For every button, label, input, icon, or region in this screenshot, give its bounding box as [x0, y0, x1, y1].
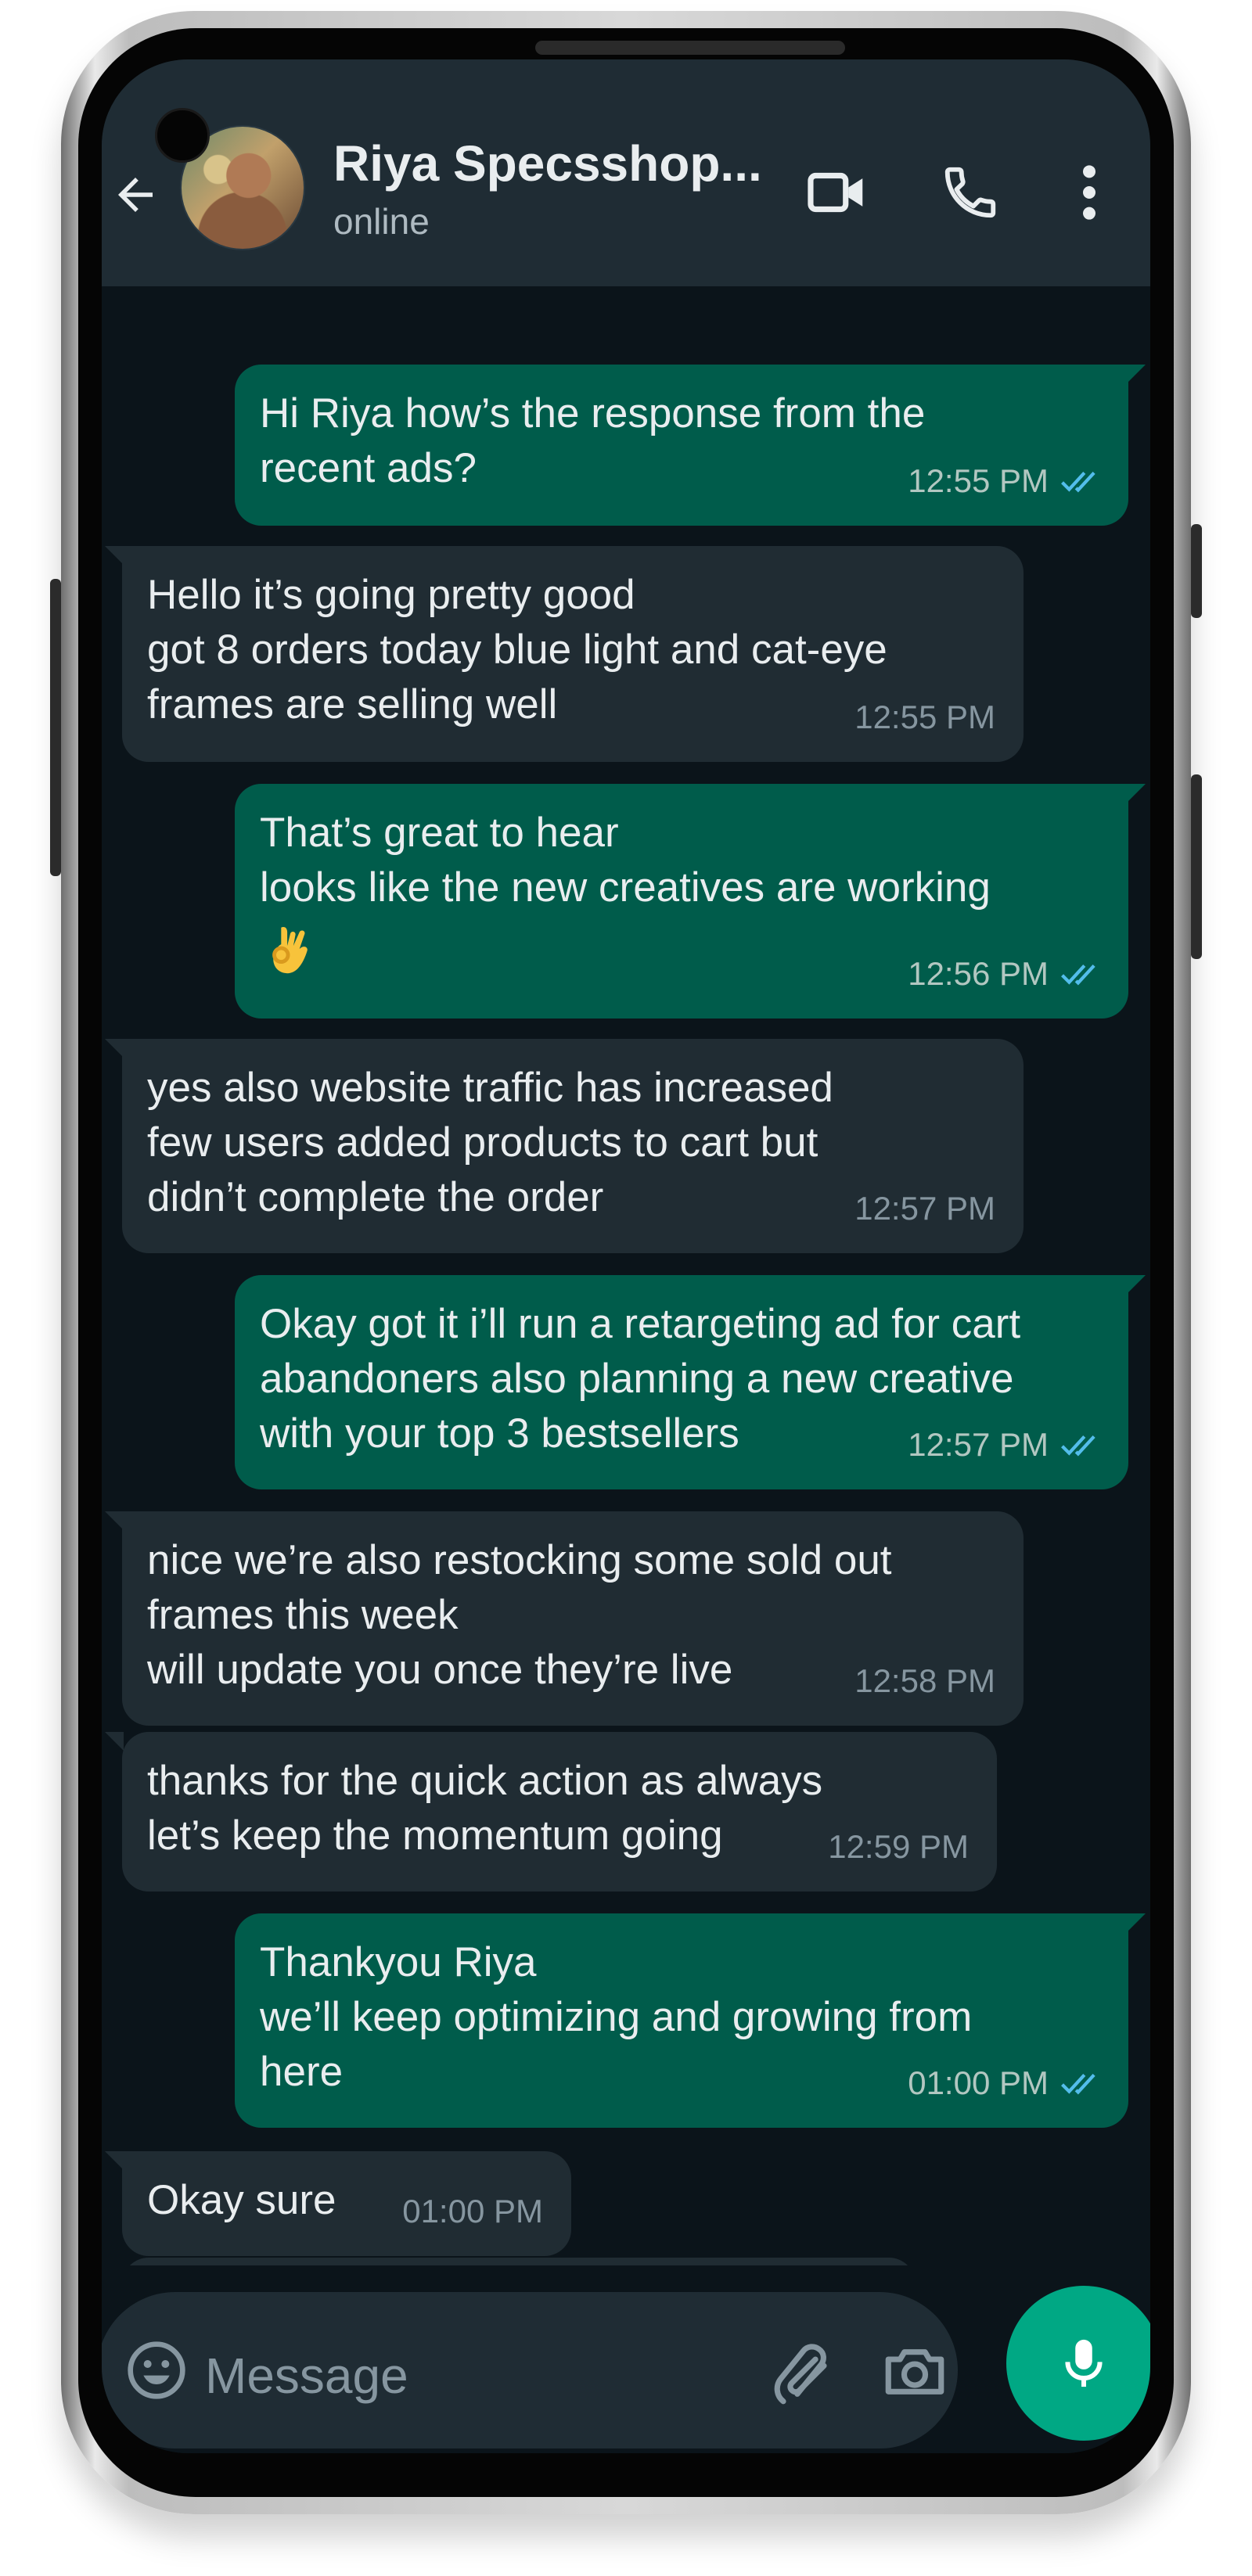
outgoing-message[interactable]: Okay got it i’ll run a retargeting ad fo…	[235, 1275, 1146, 1489]
power-button	[1191, 774, 1202, 959]
outgoing-message[interactable]: Hi Riya how’s the response from the rece…	[235, 365, 1146, 526]
front-camera	[155, 108, 210, 163]
message-time: 12:59 PM	[828, 1828, 969, 1865]
message-list[interactable]: Hi Riya how’s the response from the rece…	[102, 286, 1150, 2273]
chat-header: Riya Specsshop... online	[102, 59, 1150, 286]
incoming-message[interactable]: Hello it’s going pretty good got 8 order…	[105, 546, 1024, 762]
message-text: That’s great to hear looks like the new …	[260, 810, 991, 911]
incoming-message[interactable]: yes also website traffic has increased f…	[105, 1039, 1024, 1253]
message-time: 12:58 PM	[854, 1662, 995, 1699]
message-time: 01:00 PM	[402, 2193, 543, 2229]
ok-hand-emoji	[272, 926, 308, 974]
message-time: 12:55 PM	[854, 699, 995, 735]
camera-icon[interactable]	[880, 2336, 950, 2406]
message-input[interactable]: Message	[102, 2292, 958, 2448]
mic-button[interactable]	[1006, 2286, 1150, 2441]
mic-icon	[1065, 2339, 1103, 2387]
contact-status: online	[333, 201, 430, 242]
outgoing-message[interactable]: Thankyou Riya we’ll keep optimizing and …	[235, 1913, 1146, 2128]
back-arrow-icon[interactable]	[102, 161, 169, 228]
side-button-top	[1191, 524, 1202, 618]
screen: Riya Specsshop... online Hi Riya how’s t…	[102, 59, 1150, 2453]
emoji-icon[interactable]	[125, 2339, 188, 2402]
read-ticks-icon	[1061, 1435, 1096, 1457]
incoming-message[interactable]: Okay sure 01:00 PM	[105, 2151, 571, 2256]
read-ticks-icon	[1061, 471, 1096, 493]
phone-icon[interactable]	[931, 153, 1009, 232]
incoming-message[interactable]: thanks for the quick action as always le…	[105, 1732, 997, 1892]
volume-button	[50, 579, 61, 876]
earpiece	[535, 41, 845, 55]
message-time: 12:57 PM	[854, 1190, 995, 1227]
contact-name[interactable]: Riya Specsshop...	[333, 135, 772, 192]
message-time: 12:57 PM	[908, 1426, 1049, 1463]
read-ticks-icon	[1061, 964, 1096, 986]
composer-bar: Message	[102, 2265, 1150, 2453]
message-time: 12:55 PM	[908, 462, 1049, 499]
outgoing-message[interactable]: That’s great to hear looks like the new …	[235, 784, 1146, 1019]
paperclip-icon[interactable]	[770, 2336, 840, 2406]
more-vertical-icon[interactable]	[1066, 153, 1113, 232]
message-time: 01:00 PM	[908, 2064, 1049, 2101]
video-call-icon[interactable]	[798, 153, 876, 232]
message-placeholder: Message	[205, 2348, 408, 2404]
read-ticks-icon	[1061, 2073, 1096, 2095]
message-time: 12:56 PM	[908, 955, 1049, 992]
incoming-message[interactable]: nice we’re also restocking some sold out…	[105, 1511, 1024, 1726]
